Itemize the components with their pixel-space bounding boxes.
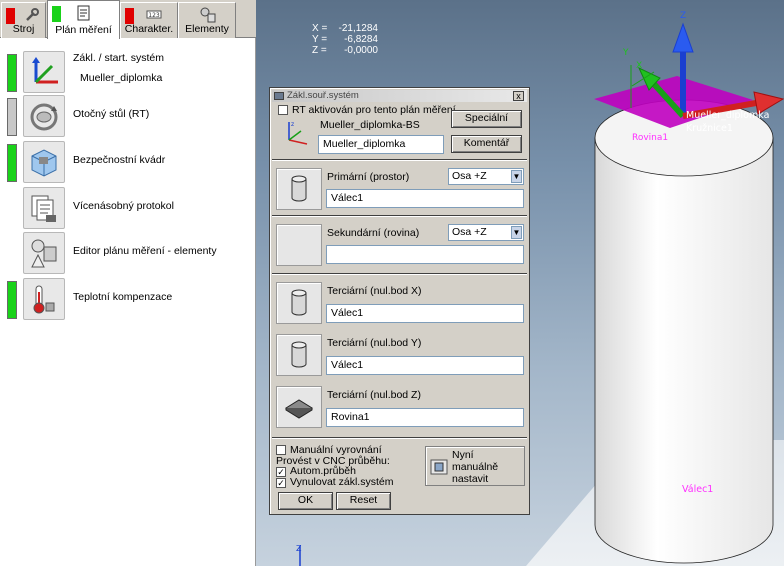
characteristics-icon: 123 — [146, 10, 162, 19]
comment-button[interactable]: Komentář — [451, 135, 522, 153]
separator — [272, 437, 527, 439]
status-indicator — [7, 144, 17, 182]
status-flag-green — [52, 6, 61, 22]
coordinate-system-icon[interactable] — [23, 51, 65, 93]
axis-y-label: Y — [622, 48, 629, 58]
elements-editor-icon[interactable] — [23, 232, 65, 274]
separator — [272, 159, 527, 161]
cylinder-icon — [291, 289, 307, 316]
plane-icon — [285, 399, 313, 419]
secondary-element-button[interactable] — [276, 224, 322, 266]
rt-active-label: RT aktivován pro tento plán měření — [292, 104, 456, 116]
primary-element-field[interactable]: Válec1 — [326, 189, 524, 208]
status-indicator — [7, 54, 17, 92]
tab-characteristics[interactable]: 123 Charakter. — [120, 2, 178, 38]
window-icon — [274, 92, 284, 100]
base-system-dialog: Zákl.souř.systém x RT aktivován pro tent… — [269, 87, 530, 515]
status-indicator — [7, 281, 17, 319]
secondary-element-field[interactable] — [326, 245, 524, 264]
separator — [272, 273, 527, 275]
tertiary-z-label: Terciární (nul.bod Z) — [327, 389, 421, 401]
label-kruznice1: Kružnice1 — [686, 123, 733, 134]
reset-button[interactable]: Reset — [336, 492, 391, 510]
cylinder-icon — [291, 341, 307, 368]
special-button[interactable]: Speciální — [451, 110, 522, 128]
plan-item-multi-protocol[interactable]: Vícenásobný protokol — [0, 186, 256, 230]
plan-item-rotary-table[interactable]: Otočný stůl (RT) — [0, 94, 256, 138]
primary-element-button[interactable] — [276, 168, 322, 210]
tab-elements[interactable]: Elementy — [178, 2, 236, 38]
close-button[interactable]: x — [513, 91, 524, 101]
chevron-down-icon: ▼ — [511, 170, 522, 183]
status-indicator — [7, 98, 17, 136]
elements-icon — [200, 7, 216, 23]
safety-box-icon[interactable] — [23, 141, 65, 183]
tab-measurement-plan[interactable]: Plán měření — [47, 0, 120, 39]
coord-x: X = -21,1284 — [312, 23, 378, 34]
status-flag-red — [6, 8, 15, 24]
secondary-axis-select[interactable]: Osa +Z ▼ — [448, 224, 524, 241]
tertiary-z-element-field[interactable]: Rovina1 — [326, 408, 524, 427]
manual-set-icon — [430, 459, 448, 475]
plan-item-temperature[interactable]: Teplotní kompenzace — [0, 277, 256, 321]
tertiary-y-element-field[interactable]: Válec1 — [326, 356, 524, 375]
label-mueller: Mueller_diplomka — [686, 110, 769, 121]
dialog-title-bar[interactable]: Zákl.souř.systém x — [272, 90, 527, 102]
set-manually-now-button[interactable]: Nyní manuálně nastavit — [425, 446, 525, 486]
primary-axis-select[interactable]: Osa +Z ▼ — [448, 168, 524, 185]
rotary-table-icon[interactable] — [23, 95, 65, 137]
protocol-icon[interactable] — [23, 187, 65, 229]
separator — [272, 215, 527, 217]
plan-item-base-system[interactable]: Zákl. / start. systém Mueller_diplomka — [0, 50, 256, 94]
svg-text:z: z — [291, 121, 294, 128]
axis-z-mini-label: Z — [296, 544, 302, 553]
primary-label: Primární (prostor) — [327, 171, 410, 183]
base-system-name: Mueller_diplomka-BS — [320, 119, 420, 131]
thermometer-icon[interactable] — [23, 278, 65, 320]
tertiary-x-label: Terciární (nul.bod X) — [327, 285, 422, 297]
reset-base-label: Vynulovat zákl.systém — [290, 476, 394, 488]
tertiary-z-element-button[interactable] — [276, 386, 322, 428]
dialog-title: Zákl.souř.systém — [287, 90, 359, 101]
tertiary-y-element-button[interactable] — [276, 334, 322, 376]
cylinder-icon — [291, 175, 307, 202]
tertiary-x-element-button[interactable] — [276, 282, 322, 324]
reset-base-checkbox[interactable]: ✓ — [276, 478, 286, 488]
plan-icon — [77, 5, 90, 21]
tab-machine[interactable]: Stroj — [1, 2, 46, 38]
coord-y: Y = -6,8284 — [312, 34, 378, 45]
axes-small-icon: z — [288, 121, 308, 145]
auto-run-checkbox[interactable]: ✓ — [276, 467, 286, 477]
label-rovina1: Rovina1 — [632, 133, 668, 143]
coordinate-readout: X = -21,1284 Y = -6,8284 Z = -0,0000 — [312, 23, 378, 56]
ok-button[interactable]: OK — [278, 492, 333, 510]
axis-x-label: X — [636, 61, 642, 71]
axis-z-label: Z — [680, 11, 686, 21]
chevron-down-icon: ▼ — [511, 226, 522, 239]
label-valec1: Válec1 — [682, 484, 713, 495]
tab-bar: Stroj Plán měření 123 Charakter. Element… — [0, 0, 256, 39]
measurement-plan-panel: Stroj Plán měření 123 Charakter. Element… — [0, 0, 256, 566]
tertiary-y-label: Terciární (nul.bod Y) — [327, 337, 422, 349]
manual-align-checkbox[interactable] — [276, 445, 286, 455]
coord-z: Z = -0,0000 — [312, 45, 378, 56]
secondary-label: Sekundární (rovina) — [327, 227, 420, 239]
svg-text:123: 123 — [148, 12, 160, 19]
tertiary-x-element-field[interactable]: Válec1 — [326, 304, 524, 323]
system-name-input[interactable]: Mueller_diplomka — [318, 135, 444, 154]
plan-item-elements-editor[interactable]: Editor plánu měření - elementy — [0, 231, 256, 275]
status-flag-red — [125, 8, 134, 24]
rt-active-checkbox[interactable] — [278, 105, 288, 115]
plan-item-safety-box[interactable]: Bezpečnostní kvádr — [0, 140, 256, 184]
wrench-icon — [26, 8, 39, 21]
